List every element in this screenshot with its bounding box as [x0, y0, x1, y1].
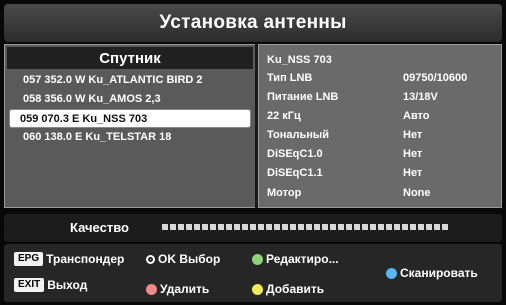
- quality-segment: [226, 224, 232, 230]
- signal-quality-row: Качество: [4, 214, 502, 242]
- exit-key-badge: EXIT: [14, 278, 45, 292]
- edit-label: Редактиро...: [266, 252, 339, 266]
- quality-segment: [306, 224, 312, 230]
- ok-icon: [146, 254, 155, 264]
- quality-segment: [250, 224, 256, 230]
- param-row-lnb-type[interactable]: Тип LNB 09750/10600: [267, 69, 497, 87]
- quality-segment: [346, 224, 352, 230]
- quality-segment: [314, 224, 320, 230]
- quality-segment: [362, 224, 368, 230]
- param-row-22khz[interactable]: 22 кГц Авто: [267, 107, 497, 125]
- green-dot-icon: [252, 253, 263, 265]
- quality-segment: [210, 224, 216, 230]
- quality-segment: [370, 224, 376, 230]
- param-row-lnb-power[interactable]: Питание LNB 13/18V: [267, 88, 497, 106]
- ok-select-key[interactable]: OK Выбор: [146, 252, 220, 266]
- quality-segment: [418, 224, 424, 230]
- green-edit-key[interactable]: Редактиро...: [252, 252, 339, 266]
- param-value: Авто: [403, 110, 430, 122]
- quality-segment: [218, 224, 224, 230]
- satellite-item[interactable]: 058 356.0 W Ku_AMOS 2,3: [9, 90, 251, 109]
- satellite-item[interactable]: 057 352.0 W Ku_ATLANTIC BIRD 2: [9, 71, 251, 90]
- exit-label: Выход: [47, 278, 88, 292]
- param-value: Нет: [403, 167, 423, 179]
- satellite-item[interactable]: 060 138.0 E Ku_TELSTAR 18: [9, 128, 251, 147]
- quality-segment: [386, 224, 392, 230]
- quality-segment: [410, 224, 416, 230]
- yellow-add-key[interactable]: Добавить: [252, 282, 324, 296]
- quality-segment: [298, 224, 304, 230]
- key-legend: EPG Транспондер EXIT Выход OK Выбор Удал…: [4, 244, 502, 302]
- red-delete-key[interactable]: Удалить: [146, 282, 209, 296]
- quality-segment: [282, 224, 288, 230]
- param-value: None: [403, 187, 431, 199]
- quality-segment: [338, 224, 344, 230]
- param-value: 13/18V: [403, 91, 438, 103]
- param-value: Нет: [403, 148, 423, 160]
- red-dot-icon: [146, 283, 157, 295]
- param-value: Нет: [403, 129, 423, 141]
- antenna-setup-screen: Установка антенны Спутник 057 352.0 W Ku…: [0, 0, 506, 305]
- scan-label: Сканировать: [400, 266, 478, 280]
- quality-segment: [234, 224, 240, 230]
- quality-label: Качество: [70, 220, 129, 235]
- param-label: 22 кГц: [267, 110, 301, 122]
- blue-scan-key[interactable]: Сканировать: [386, 266, 478, 280]
- param-row-diseqc10[interactable]: DiSEqC1.0 Нет: [267, 145, 497, 163]
- satellite-panel: Спутник 057 352.0 W Ku_ATLANTIC BIRD 2 0…: [4, 44, 256, 208]
- quality-segment: [266, 224, 272, 230]
- add-label: Добавить: [266, 282, 325, 296]
- param-label: DiSEqC1.0: [267, 148, 323, 160]
- quality-segment: [330, 224, 336, 230]
- quality-segment: [426, 224, 432, 230]
- quality-segment: [322, 224, 328, 230]
- quality-segment: [170, 224, 176, 230]
- param-label: Тональный: [267, 129, 330, 141]
- satellite-name-row: Ku_NSS 703: [267, 51, 497, 69]
- ok-select-label: OK Выбор: [158, 252, 221, 266]
- satellite-item-selected[interactable]: 059 070.3 E Ku_NSS 703: [9, 109, 251, 128]
- quality-segment: [354, 224, 360, 230]
- param-label: DiSEqC1.1: [267, 167, 323, 179]
- blue-dot-icon: [386, 267, 397, 279]
- param-label: Тип LNB: [267, 72, 313, 84]
- quality-segment: [162, 224, 168, 230]
- param-row-motor[interactable]: Мотор None: [267, 184, 497, 202]
- quality-segment: [186, 224, 192, 230]
- quality-segment: [290, 224, 296, 230]
- yellow-dot-icon: [252, 283, 263, 295]
- quality-segment: [202, 224, 208, 230]
- quality-bar: [162, 224, 448, 230]
- page-title: Установка антенны: [4, 4, 502, 42]
- epg-key-badge: EPG: [14, 252, 44, 266]
- quality-segment: [442, 224, 448, 230]
- satellite-list: 057 352.0 W Ku_ATLANTIC BIRD 2 058 356.0…: [5, 71, 255, 147]
- param-label: Питание LNB: [267, 91, 339, 103]
- quality-segment: [258, 224, 264, 230]
- satellite-name: Ku_NSS 703: [267, 54, 332, 66]
- quality-segment: [402, 224, 408, 230]
- satellite-details-panel: Ku_NSS 703 Тип LNB 09750/10600 Питание L…: [258, 44, 502, 208]
- quality-segment: [274, 224, 280, 230]
- epg-transponder-key[interactable]: EPG Транспондер: [14, 252, 124, 266]
- quality-segment: [194, 224, 200, 230]
- quality-segment: [378, 224, 384, 230]
- delete-label: Удалить: [160, 282, 210, 296]
- param-label: Мотор: [267, 187, 302, 199]
- param-row-tone[interactable]: Тональный Нет: [267, 126, 497, 144]
- param-value: 09750/10600: [403, 72, 468, 84]
- quality-segment: [394, 224, 400, 230]
- quality-segment: [242, 224, 248, 230]
- quality-segment: [434, 224, 440, 230]
- satellite-list-header: Спутник: [7, 47, 253, 69]
- transponder-label: Транспондер: [46, 252, 125, 266]
- quality-segment: [178, 224, 184, 230]
- param-row-diseqc11[interactable]: DiSEqC1.1 Нет: [267, 164, 497, 182]
- exit-key[interactable]: EXIT Выход: [14, 278, 87, 292]
